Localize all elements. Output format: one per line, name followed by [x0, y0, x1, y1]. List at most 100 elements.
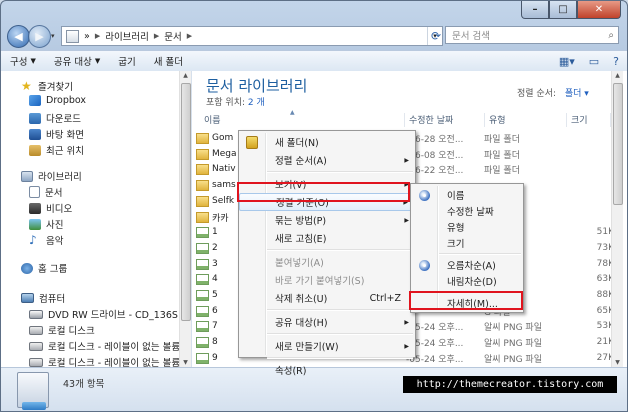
png-file-icon [196, 258, 209, 270]
breadcrumb-libraries[interactable]: 라이브러리 [100, 29, 154, 43]
scroll-down-icon[interactable]: ▼ [612, 359, 623, 366]
column-header-date[interactable]: 수정한 날짜 [405, 113, 485, 127]
close-icon: ✕ [594, 4, 604, 15]
nav-libraries[interactable]: 라이브러리 [21, 169, 82, 183]
nav-item-local-disk[interactable]: 로컬 디스크 [29, 323, 95, 337]
file-type: 파일 폴더 [484, 165, 520, 176]
nav-item-videos[interactable]: 비디오 [29, 201, 72, 215]
includes-link[interactable]: 2 개 [248, 98, 265, 108]
png-file-icon [196, 273, 209, 285]
preview-pane-icon[interactable]: ▭ [589, 55, 599, 68]
scrollbar-thumb[interactable] [181, 83, 191, 321]
nav-item-music[interactable]: ♪ 음악 [29, 233, 63, 247]
submenu-item[interactable]: 이름 [411, 187, 523, 203]
menu-item-label: 바로 가기 붙여넣기(S) [275, 276, 365, 287]
nav-homegroup[interactable]: 홈 그룹 [21, 261, 67, 275]
new-folder-icon [246, 135, 258, 149]
refresh-icon[interactable]: ⟳ [426, 26, 446, 46]
hard-disk-icon [29, 341, 43, 351]
breadcrumb-documents[interactable]: 문서 [159, 29, 186, 43]
scroll-down-icon[interactable]: ▼ [180, 359, 191, 366]
homegroup-icon [21, 262, 33, 274]
submenu-item[interactable]: 유형 [411, 219, 523, 235]
folder-icon [196, 163, 209, 175]
nav-item-documents[interactable]: 문서 [29, 185, 62, 199]
minimize-button[interactable]: – [521, 1, 549, 19]
nav-item-downloads[interactable]: 다운로드 [29, 111, 81, 125]
menu-item[interactable]: 새로 만들기(W) ▶ [239, 337, 415, 355]
scroll-up-icon[interactable]: ▲ [612, 72, 623, 79]
file-type: 알씨 PNG 파일 [484, 338, 542, 349]
search-input[interactable]: 문서 검색 ⌕ [445, 26, 619, 44]
nav-homegroup-label: 홈 그룹 [38, 264, 68, 275]
content-scrollbar[interactable]: ▲ ▼ [611, 71, 623, 367]
back-arrow-icon: ◀ [14, 30, 23, 43]
help-icon[interactable]: ? [613, 55, 619, 68]
nav-favorites-label: 즐겨찾기 [38, 82, 73, 93]
file-type: 파일 폴더 [484, 150, 520, 161]
column-header-type[interactable]: 유형 [485, 113, 567, 127]
file-size: 63K [596, 274, 614, 284]
menu-item-label: 삭제 취소(U) [275, 294, 328, 305]
arrange-by-dropdown[interactable]: 폴더 ▾ [565, 89, 589, 99]
highlight-box-more [409, 291, 523, 310]
toolbar-right: ▦▾ ▭ ? [559, 55, 627, 68]
menu-item[interactable]: 속성(R) [239, 361, 415, 379]
file-size: 73K [596, 243, 614, 253]
library-icon [21, 170, 33, 182]
scroll-up-icon[interactable]: ▲ [180, 72, 191, 79]
nav-item-label: 사진 [46, 220, 64, 231]
menu-separator [267, 333, 413, 335]
view-options-icon[interactable]: ▦▾ [559, 55, 575, 68]
submenu-item[interactable]: 크기 [411, 235, 523, 251]
recent-pages-dropdown-icon[interactable]: ▾ [51, 32, 55, 40]
back-button[interactable]: ◀ [7, 25, 30, 48]
file-name: 카카 [212, 213, 229, 224]
file-name: Selfk [212, 196, 235, 206]
submenu-arrow-icon: ▶ [404, 216, 409, 224]
breadcrumb-overflow[interactable]: » [79, 31, 95, 42]
menu-item-label: 공유 대상(H) [275, 318, 328, 329]
nav-scrollbar[interactable]: ▲ ▼ [179, 71, 191, 367]
column-header-name[interactable]: 이름 [200, 113, 405, 127]
folder-icon [196, 211, 209, 223]
nav-favorites[interactable]: ★ 즐겨찾기 [21, 79, 73, 93]
organize-button[interactable]: 구성 ▼ [1, 54, 45, 68]
new-folder-button[interactable]: 새 폴더 [145, 54, 192, 68]
minimize-icon: – [532, 4, 538, 15]
menu-item: 바로 가기 붙여넣기(S) [239, 271, 415, 289]
nav-item-pictures[interactable]: 사진 [29, 217, 63, 231]
menu-item[interactable]: 삭제 취소(U) Ctrl+Z [239, 289, 415, 307]
menu-item[interactable]: 묶는 방법(P) ▶ [239, 211, 415, 229]
column-header-size[interactable]: 크기 [567, 113, 611, 127]
file-name: 6 [212, 306, 218, 316]
share-with-button[interactable]: 공유 대상 ▼ [45, 54, 109, 68]
scrollbar-thumb[interactable] [613, 83, 623, 205]
nav-item-desktop[interactable]: 바탕 화면 [29, 127, 84, 141]
burn-label: 굽기 [118, 57, 136, 68]
nav-item-dvd-drive[interactable]: DVD RW 드라이브 - CD_136S [29, 307, 178, 321]
close-button[interactable]: ✕ [577, 1, 621, 19]
submenu-item[interactable]: 내림차순(D) [411, 273, 523, 289]
menu-item[interactable]: 정렬 순서(A) ▶ [239, 151, 415, 169]
new-folder-label: 새 폴더 [153, 57, 183, 68]
nav-item-dropbox[interactable]: Dropbox [29, 95, 86, 106]
folder-icon [196, 148, 209, 160]
file-size: 65K [596, 306, 614, 316]
nav-item-recent-places[interactable]: 최근 위치 [29, 143, 84, 157]
address-bar[interactable]: » ▶ 라이브러리 ▶ 문서 ▶ ▾ [61, 26, 443, 46]
maximize-button[interactable]: □ [549, 1, 577, 19]
nav-computer[interactable]: 컴퓨터 [21, 291, 65, 305]
menu-item[interactable]: 공유 대상(H) ▶ [239, 313, 415, 331]
file-name: 1 [212, 227, 218, 237]
submenu-item[interactable]: 오름차순(A) [411, 257, 523, 273]
radio-selected-icon [419, 259, 430, 271]
file-type: 알씨 PNG 파일 [484, 354, 542, 365]
png-file-icon [196, 352, 209, 364]
menu-item[interactable]: 새 폴더(N) [239, 133, 415, 151]
forward-button[interactable]: ▶ [28, 25, 51, 48]
submenu-item[interactable]: 수정한 날짜 [411, 203, 523, 219]
menu-item[interactable]: 새로 고침(E) [239, 229, 415, 247]
nav-item-local-disk-unlabeled[interactable]: 로컬 디스크 - 레이블이 없는 볼륨 [29, 339, 180, 353]
burn-button[interactable]: 굽기 [109, 54, 144, 68]
